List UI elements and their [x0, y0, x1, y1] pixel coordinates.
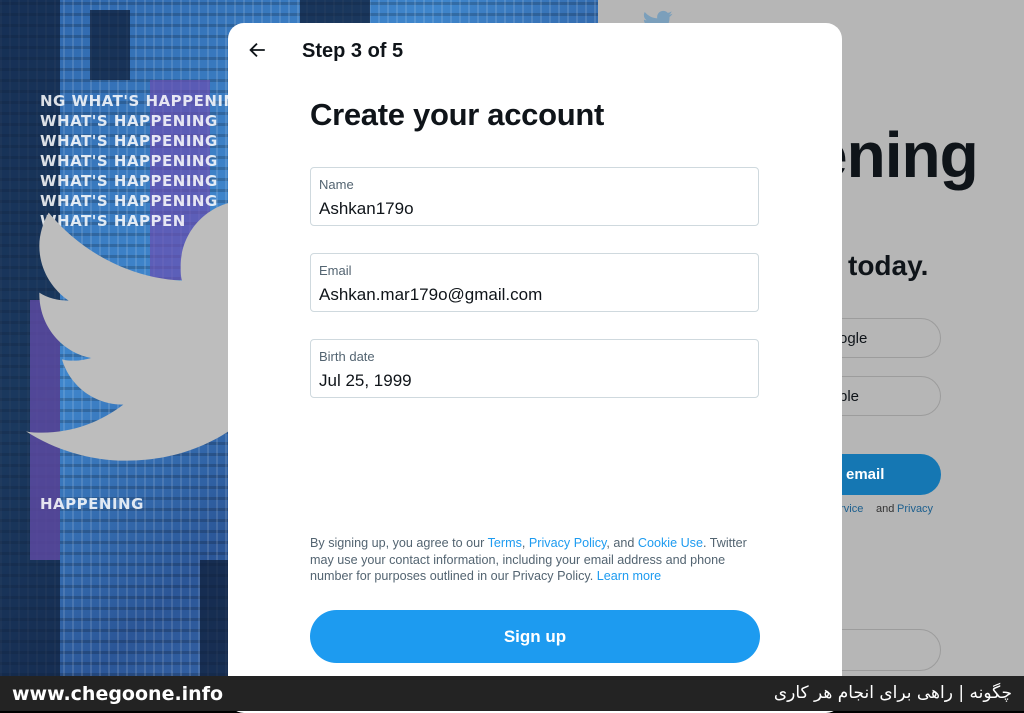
landing-subhead: today. — [848, 250, 929, 281]
watermark-site: www.chegoone.info — [12, 683, 224, 705]
privacy-policy-link[interactable]: Privacy Policy — [529, 536, 606, 550]
watermark-tagline: چگونه | راهی برای انجام هر کاری — [773, 683, 1012, 703]
landing-privacy-link: Privacy — [897, 503, 934, 515]
watermark-bar: www.chegoone.info چگونه | راهی برای انجا… — [0, 676, 1024, 711]
legal-and: , and — [606, 536, 638, 550]
arrow-left-icon[interactable] — [246, 39, 268, 61]
signup-modal: Step 3 of 5 Create your account Name Ash… — [228, 23, 842, 713]
background-text: WHAT'S HAPPENING — [40, 112, 218, 130]
name-field-label: Name — [319, 177, 354, 192]
birthdate-field-label: Birth date — [319, 349, 375, 364]
cookie-use-link[interactable]: Cookie Use — [638, 536, 703, 550]
step-indicator: Step 3 of 5 — [302, 40, 404, 62]
legal-notice: By signing up, you agree to our Terms, P… — [310, 535, 762, 585]
name-field-value[interactable]: Ashkan179o — [319, 199, 414, 219]
name-field[interactable]: Name Ashkan179o — [310, 167, 759, 226]
background-text: NG WHAT'S HAPPENING — [40, 92, 250, 110]
signup-button[interactable]: Sign up — [310, 610, 760, 663]
page-title: Create your account — [310, 97, 605, 132]
background-text: WHAT'S HAPPENING — [40, 132, 218, 150]
birthdate-field[interactable]: Birth date Jul 25, 1999 — [310, 339, 759, 398]
legal-comma: , — [521, 536, 529, 550]
terms-link[interactable]: Terms — [488, 536, 522, 550]
birthdate-field-value[interactable]: Jul 25, 1999 — [319, 371, 412, 391]
background-text: WHAT'S HAPPENING — [40, 152, 218, 170]
email-field-label: Email — [319, 263, 352, 278]
landing-and-text: and — [876, 503, 895, 515]
email-field[interactable]: Email Ashkan.mar179o@gmail.com — [310, 253, 759, 312]
learn-more-link[interactable]: Learn more — [597, 569, 661, 583]
background-text: HAPPENING — [40, 495, 144, 513]
email-field-value[interactable]: Ashkan.mar179o@gmail.com — [319, 285, 542, 305]
legal-prefix: By signing up, you agree to our — [310, 536, 488, 550]
